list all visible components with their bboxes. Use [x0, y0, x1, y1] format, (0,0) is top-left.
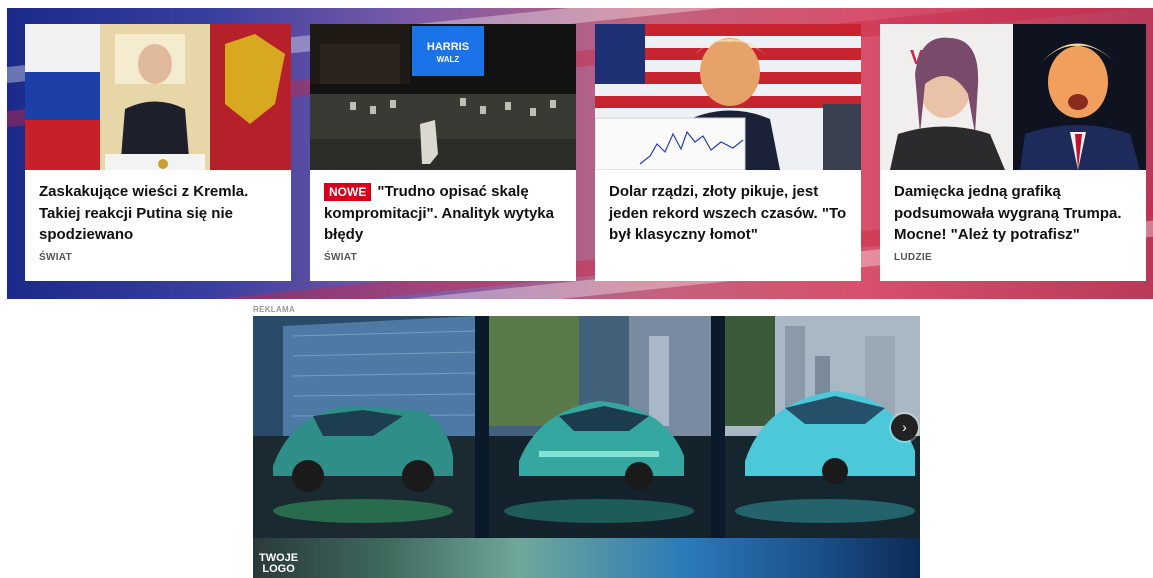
article-thumbnail[interactable] [595, 24, 861, 170]
screen-text: WALZ [437, 55, 460, 64]
ad-slide[interactable] [489, 316, 711, 538]
article-thumbnail[interactable] [25, 24, 291, 170]
ad-slide[interactable] [253, 316, 475, 538]
damiecka-trump-photo: V [880, 24, 1146, 170]
article-cards: Zaskakujące wieści z Kremla. Takiej reak… [25, 24, 1146, 281]
ad-logo-line: LOGO [262, 563, 295, 575]
article-category[interactable]: ŚWIAT [39, 252, 72, 263]
article-title[interactable]: Dolar rządzi, złoty pikuje, jest jeden r… [609, 181, 853, 246]
trump-chart-photo [595, 24, 861, 170]
ad-label: REKLAMA [253, 305, 296, 314]
car-image [489, 316, 711, 538]
screen-text: HARRIS [427, 41, 469, 53]
rally-venue-photo: HARRIS WALZ [310, 24, 576, 170]
article-title-text: Zaskakujące wieści z Kremla. Takiej reak… [39, 183, 249, 243]
chevron-right-icon: › [902, 419, 907, 435]
article-category[interactable]: LUDZIE [894, 252, 932, 263]
article-title[interactable]: NOWE "Trudno opisać skalę kompromitacji".… [324, 181, 568, 246]
article-thumbnail[interactable]: HARRIS WALZ [310, 24, 576, 170]
article-card[interactable]: Dolar rządzi, złoty pikuje, jest jeden r… [595, 24, 861, 281]
article-thumbnail[interactable]: V [880, 24, 1146, 170]
article-category[interactable]: ŚWIAT [324, 252, 357, 263]
article-title-text: Damięcka jedną grafiką podsumowała wygra… [894, 183, 1122, 243]
ad-footer-strip [253, 538, 920, 578]
article-title-text: Dolar rządzi, złoty pikuje, jest jeden r… [609, 183, 847, 243]
car-image [253, 316, 475, 538]
article-title[interactable]: Zaskakujące wieści z Kremla. Takiej reak… [39, 181, 283, 246]
article-card[interactable]: Zaskakujące wieści z Kremla. Takiej reak… [25, 24, 291, 281]
new-badge: NOWE [324, 183, 372, 201]
article-card[interactable]: HARRIS WALZ NOWE "Trudno opisać skalę kom… [310, 24, 576, 281]
article-card[interactable]: V Damięcka jedną grafiką podsumowała wyg… [880, 24, 1146, 281]
carousel-next-button[interactable]: › [891, 414, 918, 441]
article-title[interactable]: Damięcka jedną grafiką podsumowała wygra… [894, 181, 1138, 246]
ad-logo[interactable]: TWOJE LOGO [259, 553, 298, 575]
putin-photo [25, 24, 291, 170]
ad-banner[interactable]: › TWOJE LOGO [253, 316, 920, 578]
